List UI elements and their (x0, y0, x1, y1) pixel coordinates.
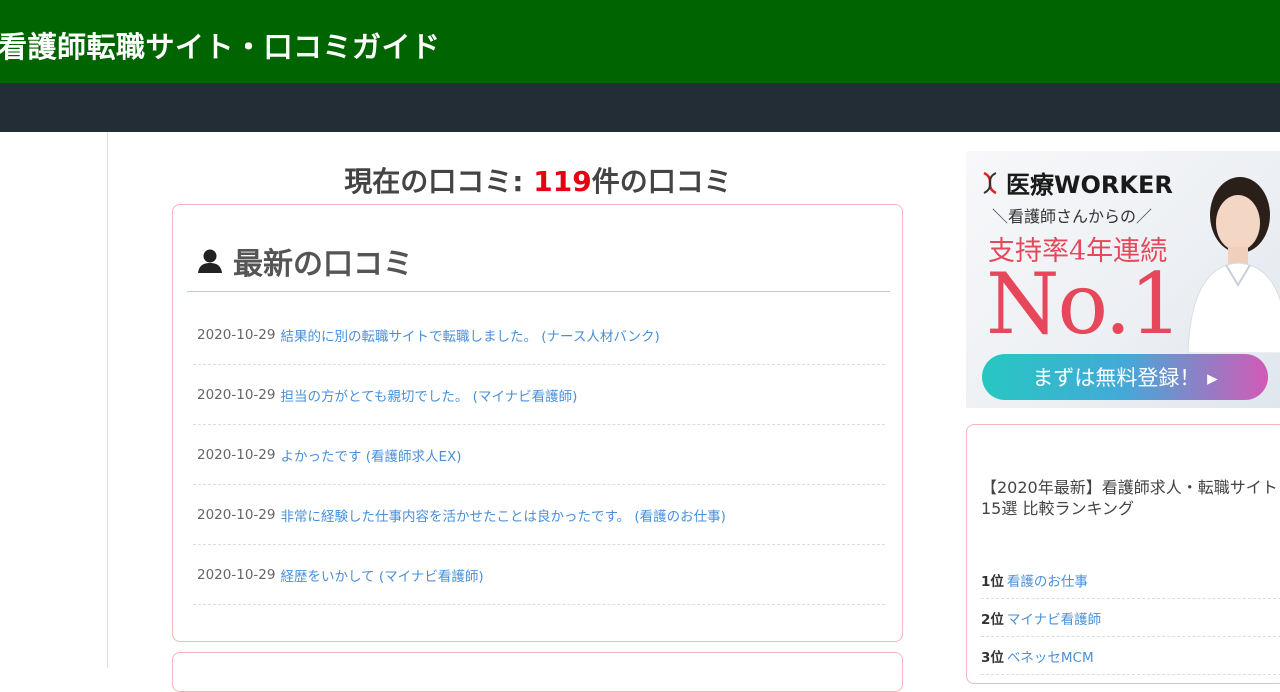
nav-bar (0, 83, 1280, 132)
ranking-list: 1位 看護のお仕事 2位 マイナビ看護師 3位 ベネッセMCM (981, 561, 1280, 675)
rank-number: 1位 (981, 573, 1004, 590)
review-link[interactable]: 結果的に別の転職サイトで転職しました。 (ナース人材バンク) (280, 325, 659, 345)
list-item: 2020-10-29 担当の方がとても親切でした。 (マイナビ看護師) (193, 365, 885, 425)
site-title[interactable]: 看護師転職サイト・口コミガイド (0, 24, 441, 66)
ad-logo: 医療WORKER (980, 165, 1173, 200)
title-divider (187, 291, 890, 292)
review-link[interactable]: 非常に経験した仕事内容を活かせたことは良かったです。 (看護のお仕事) (280, 505, 725, 525)
list-item: 2020-10-29 結果的に別の転職サイトで転職しました。 (ナース人材バンク… (193, 305, 885, 365)
ad-banner-iryo-worker[interactable]: 医療WORKER ＼看護師さんからの／ 支持率4年連続 No.1 まずは無料登録… (966, 151, 1280, 408)
nurse-photo-icon (1187, 177, 1280, 353)
list-item: 2020-10-29 よかったです (看護師求人EX) (193, 425, 885, 485)
ad-register-button[interactable]: まずは無料登録！ ▸ (982, 354, 1268, 400)
ranking-item: 1位 看護のお仕事 (981, 561, 1280, 599)
rank-link[interactable]: ベネッセMCM (1007, 646, 1094, 666)
count-number: 119 (533, 165, 592, 198)
review-date: 2020-10-29 (197, 446, 276, 463)
next-section-box (172, 652, 903, 692)
dna-logo-icon (983, 171, 997, 194)
left-divider (107, 132, 108, 668)
count-suffix: 件の口コミ (591, 165, 732, 198)
review-date: 2020-10-29 (197, 386, 276, 403)
site-header: 看護師転職サイト・口コミガイド (0, 0, 1280, 83)
review-link[interactable]: 経歴をいかして (マイナビ看護師) (280, 565, 483, 585)
ranking-item: 2位 マイナビ看護師 (981, 599, 1280, 637)
ad-logo-text: 医療WORKER (1006, 171, 1173, 199)
ranking-box: 【2020年最新】看護師求人・転職サイト15選 比較ランキング 1位 看護のお仕… (966, 424, 1280, 684)
latest-reviews-box: 最新の口コミ 2020-10-29 結果的に別の転職サイトで転職しました。 (ナ… (172, 204, 903, 642)
latest-reviews-title: 最新の口コミ (197, 239, 413, 283)
ranking-item: 3位 ベネッセMCM (981, 637, 1280, 675)
rank-link[interactable]: 看護のお仕事 (1007, 570, 1088, 590)
rank-link[interactable]: マイナビ看護師 (1007, 608, 1101, 628)
review-date: 2020-10-29 (197, 326, 276, 343)
review-link[interactable]: よかったです (看護師求人EX) (280, 445, 461, 465)
latest-reviews-label: 最新の口コミ (233, 247, 413, 282)
list-item: 2020-10-29 非常に経験した仕事内容を活かせたことは良かったです。 (看… (193, 485, 885, 545)
list-item: 2020-10-29 経歴をいかして (マイナビ看護師) (193, 545, 885, 605)
ad-subtitle: ＼看護師さんからの／ (992, 207, 1153, 226)
review-date: 2020-10-29 (197, 506, 276, 523)
review-link[interactable]: 担当の方がとても親切でした。 (マイナビ看護師) (280, 385, 577, 405)
rank-number: 3位 (981, 649, 1004, 666)
review-date: 2020-10-29 (197, 566, 276, 583)
review-list: 2020-10-29 結果的に別の転職サイトで転職しました。 (ナース人材バンク… (193, 305, 885, 605)
count-prefix: 現在の口コミ: (344, 165, 534, 198)
rank-number: 2位 (981, 611, 1004, 628)
ad-headline: No.1 (986, 255, 1183, 353)
review-count-heading: 現在の口コミ: 119件の口コミ (172, 160, 904, 200)
ranking-title[interactable]: 【2020年最新】看護師求人・転職サイト15選 比較ランキング (981, 477, 1280, 519)
user-icon (198, 249, 222, 273)
